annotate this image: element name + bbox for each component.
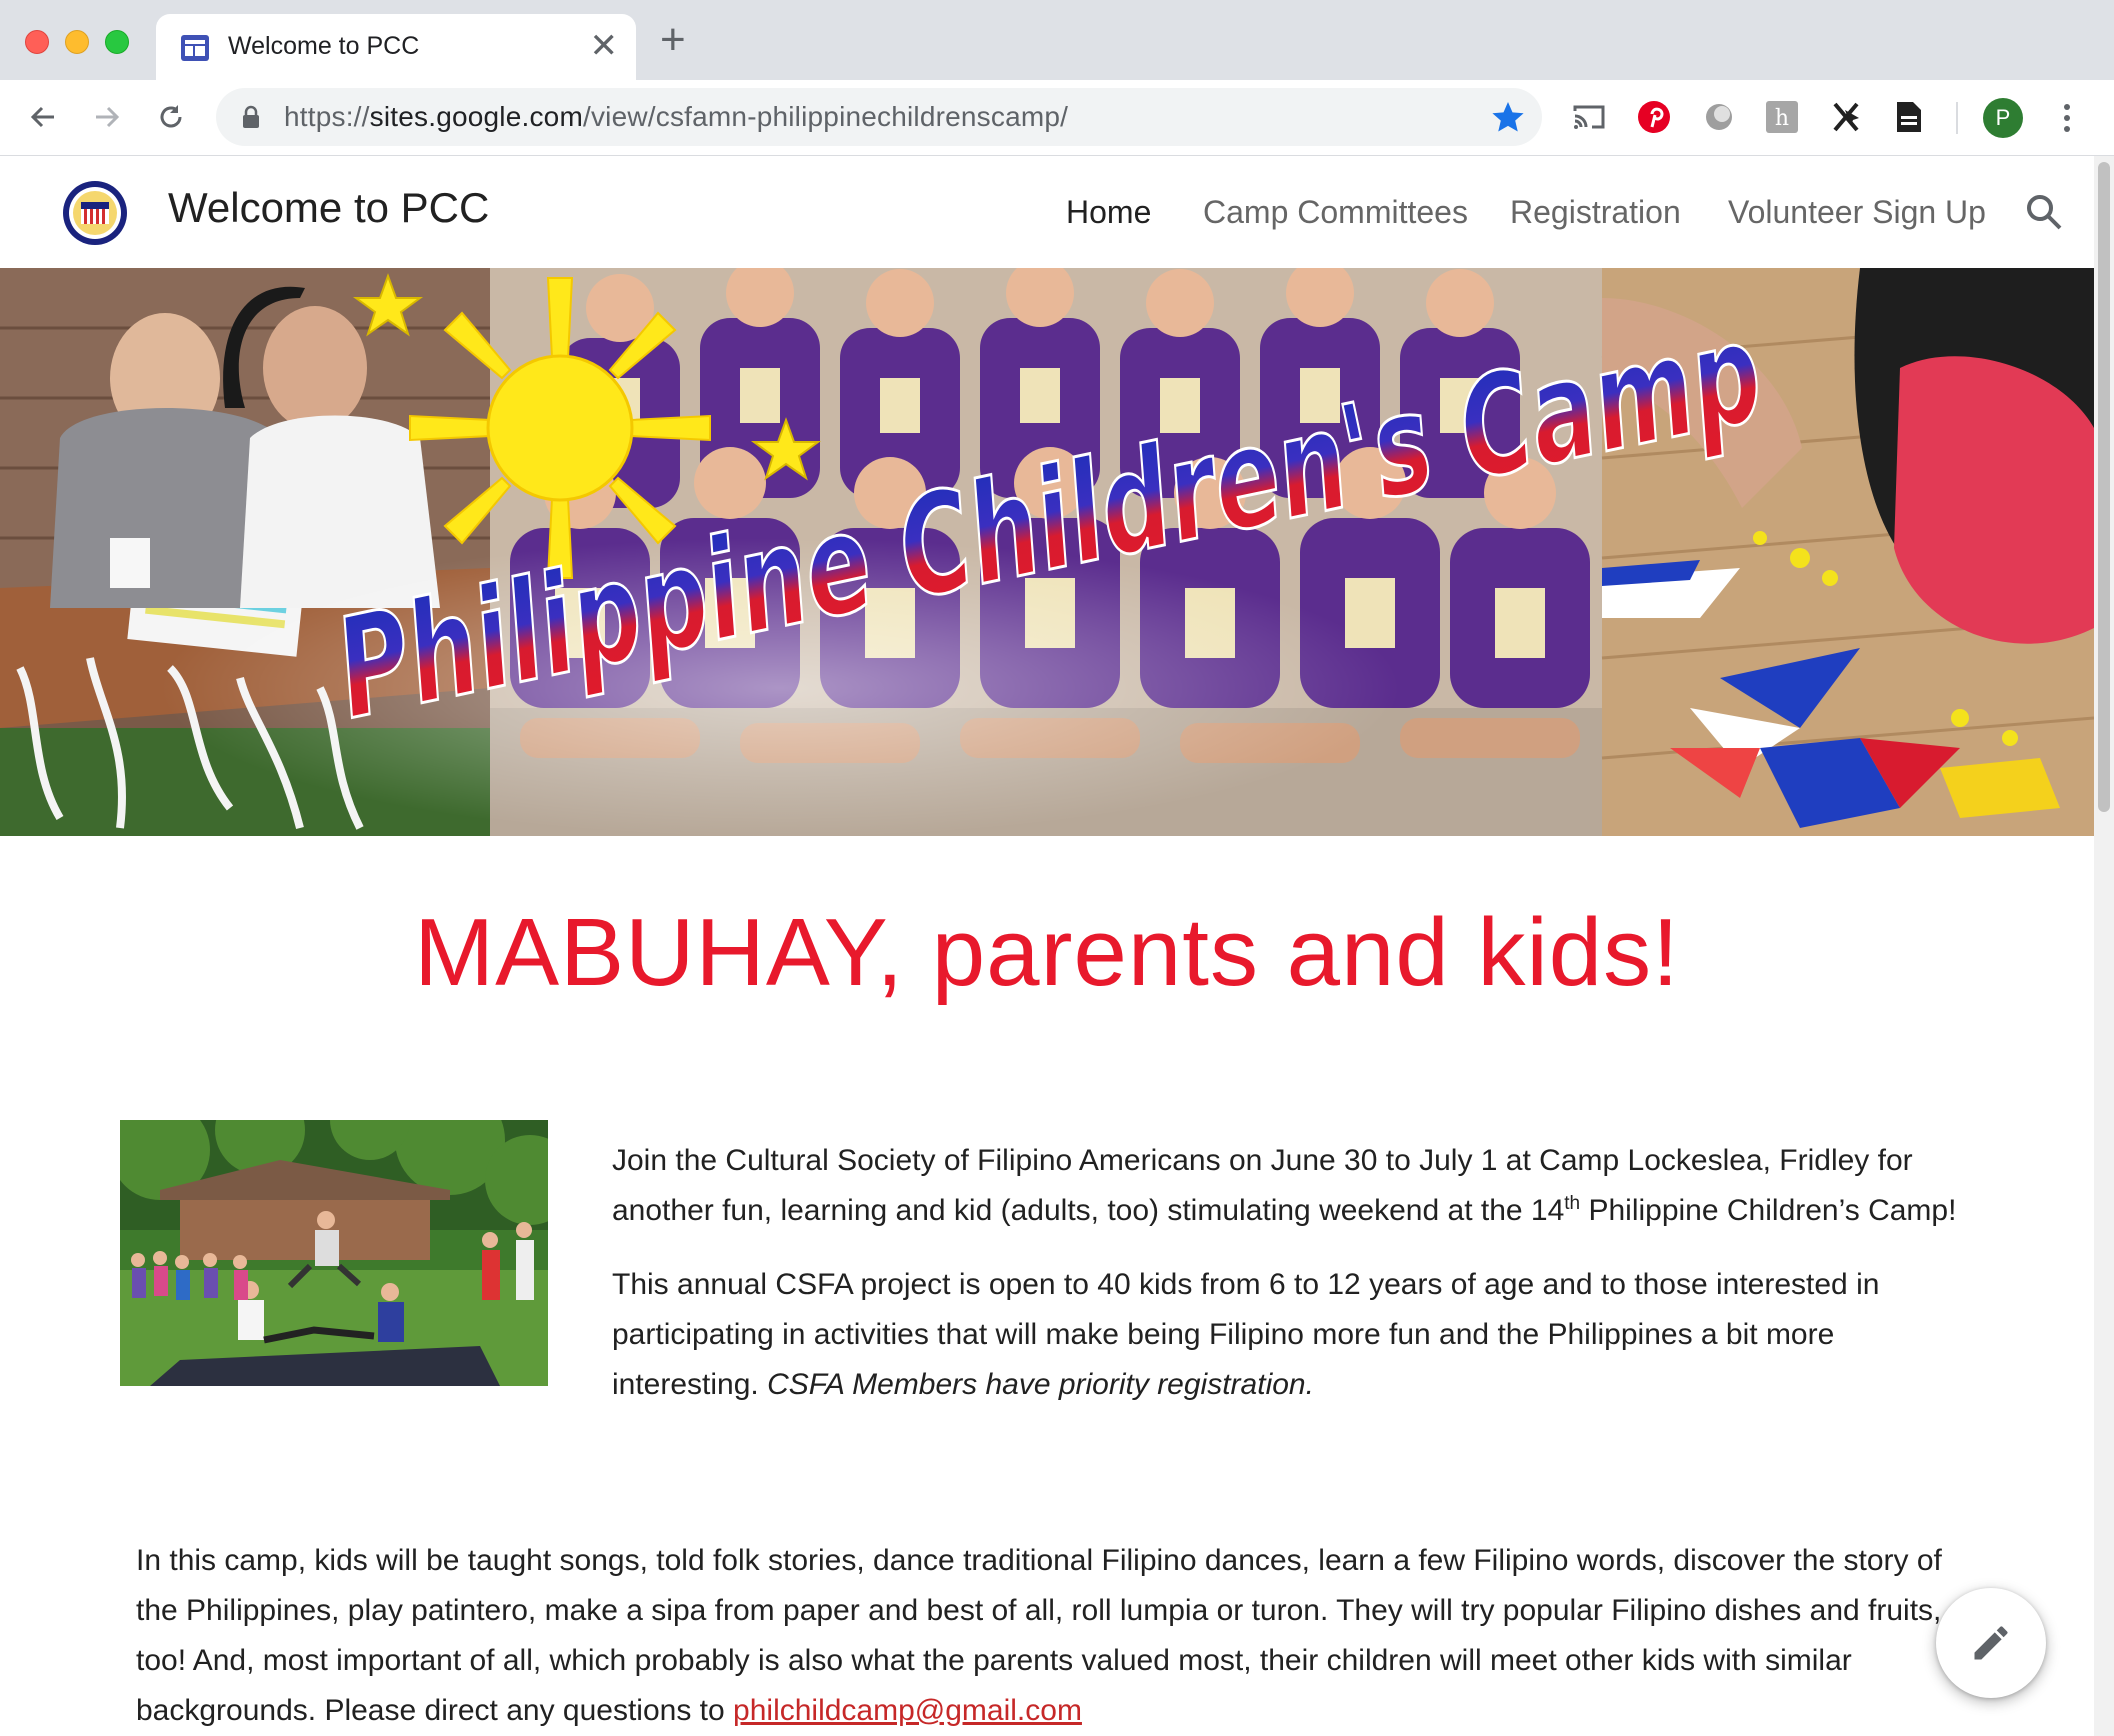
svg-text:h: h (1775, 106, 1789, 131)
lock-icon (243, 105, 259, 128)
nav-volunteer-sign-up[interactable]: Volunteer Sign Up (1728, 194, 1986, 231)
body-paragraph: In this camp, kids will be taught songs,… (136, 1536, 1966, 1736)
search-icon[interactable] (2024, 192, 2064, 232)
window-minimize-button[interactable] (65, 30, 89, 54)
browser-menu-icon[interactable] (2052, 98, 2082, 138)
camp-photo (120, 1120, 548, 1386)
nav-registration[interactable]: Registration (1510, 194, 1681, 231)
contact-email-link[interactable]: philchildcamp@gmail.com (733, 1694, 1082, 1727)
banner-collage-image: Philippine Children's Camp (0, 268, 2094, 836)
page-headline: MABUHAY, parents and kids! (414, 899, 1680, 1006)
pencil-icon (1974, 1626, 2008, 1660)
page-scrollbar[interactable] (2094, 156, 2114, 1736)
bookmark-star-icon[interactable] (1490, 99, 1526, 135)
scrollbar-thumb[interactable] (2098, 162, 2110, 812)
address-bar[interactable]: https://sites.google.com/view/csfamn-phi… (216, 88, 1542, 146)
intro-paragraph-2: This annual CSFA project is open to 40 k… (612, 1260, 1962, 1410)
nav-camp-committees[interactable]: Camp Committees (1203, 194, 1468, 231)
reload-icon[interactable] (148, 94, 194, 140)
intro-ordinal-suffix: th (1564, 1193, 1581, 1214)
hero-banner: Philippine Children's Camp (0, 268, 2094, 836)
toolbar-separator (1956, 102, 1958, 134)
edit-fab-button[interactable] (1936, 1588, 2046, 1698)
browser-tab-active[interactable]: Welcome to PCC ✕ (156, 14, 636, 80)
intro-paragraph-1: Join the Cultural Society of Filipino Am… (612, 1136, 1972, 1236)
new-tab-button[interactable]: + (660, 18, 686, 62)
intro-text-b: Philippine Children’s Camp! (1580, 1194, 1957, 1227)
browser-toolbar: https://sites.google.com/view/csfamn-phi… (0, 80, 2114, 156)
page-viewport: Welcome to PCC Home Camp Committees Regi… (0, 156, 2094, 1736)
google-sites-favicon-icon (181, 35, 209, 61)
window-zoom-button[interactable] (105, 30, 129, 54)
tab-close-icon[interactable]: ✕ (590, 26, 619, 66)
extension-grey-icon[interactable] (1700, 98, 1738, 136)
forward-arrow-icon[interactable] (84, 94, 130, 140)
tab-title: Welcome to PCC (228, 32, 420, 60)
hk-icon[interactable]: h (1763, 98, 1801, 136)
profile-avatar[interactable]: P (1983, 98, 2023, 138)
priority-note: CSFA Members have priority registration. (767, 1368, 1314, 1401)
window-close-button[interactable] (25, 30, 49, 54)
url-host: sites.google.com (369, 101, 583, 132)
camp-photo-image (120, 1120, 548, 1386)
back-arrow-icon[interactable] (20, 94, 66, 140)
csfa-seal-logo[interactable] (62, 180, 128, 246)
cast-icon[interactable] (1570, 98, 1608, 136)
browser-tab-strip: Welcome to PCC ✕ + (0, 0, 2114, 80)
x-cursor-icon[interactable] (1827, 98, 1865, 136)
url-path: /view/csfamn-philippinechildrenscamp/ (582, 101, 1069, 132)
site-header: Welcome to PCC Home Camp Committees Regi… (0, 156, 2094, 268)
doc-icon[interactable] (1890, 98, 1928, 136)
pinterest-icon[interactable] (1635, 98, 1673, 136)
url-text: https://sites.google.com/view/csfamn-phi… (284, 101, 1068, 133)
nav-home[interactable]: Home (1066, 194, 1151, 231)
url-scheme: https:// (284, 101, 370, 132)
site-title[interactable]: Welcome to PCC (168, 184, 489, 232)
